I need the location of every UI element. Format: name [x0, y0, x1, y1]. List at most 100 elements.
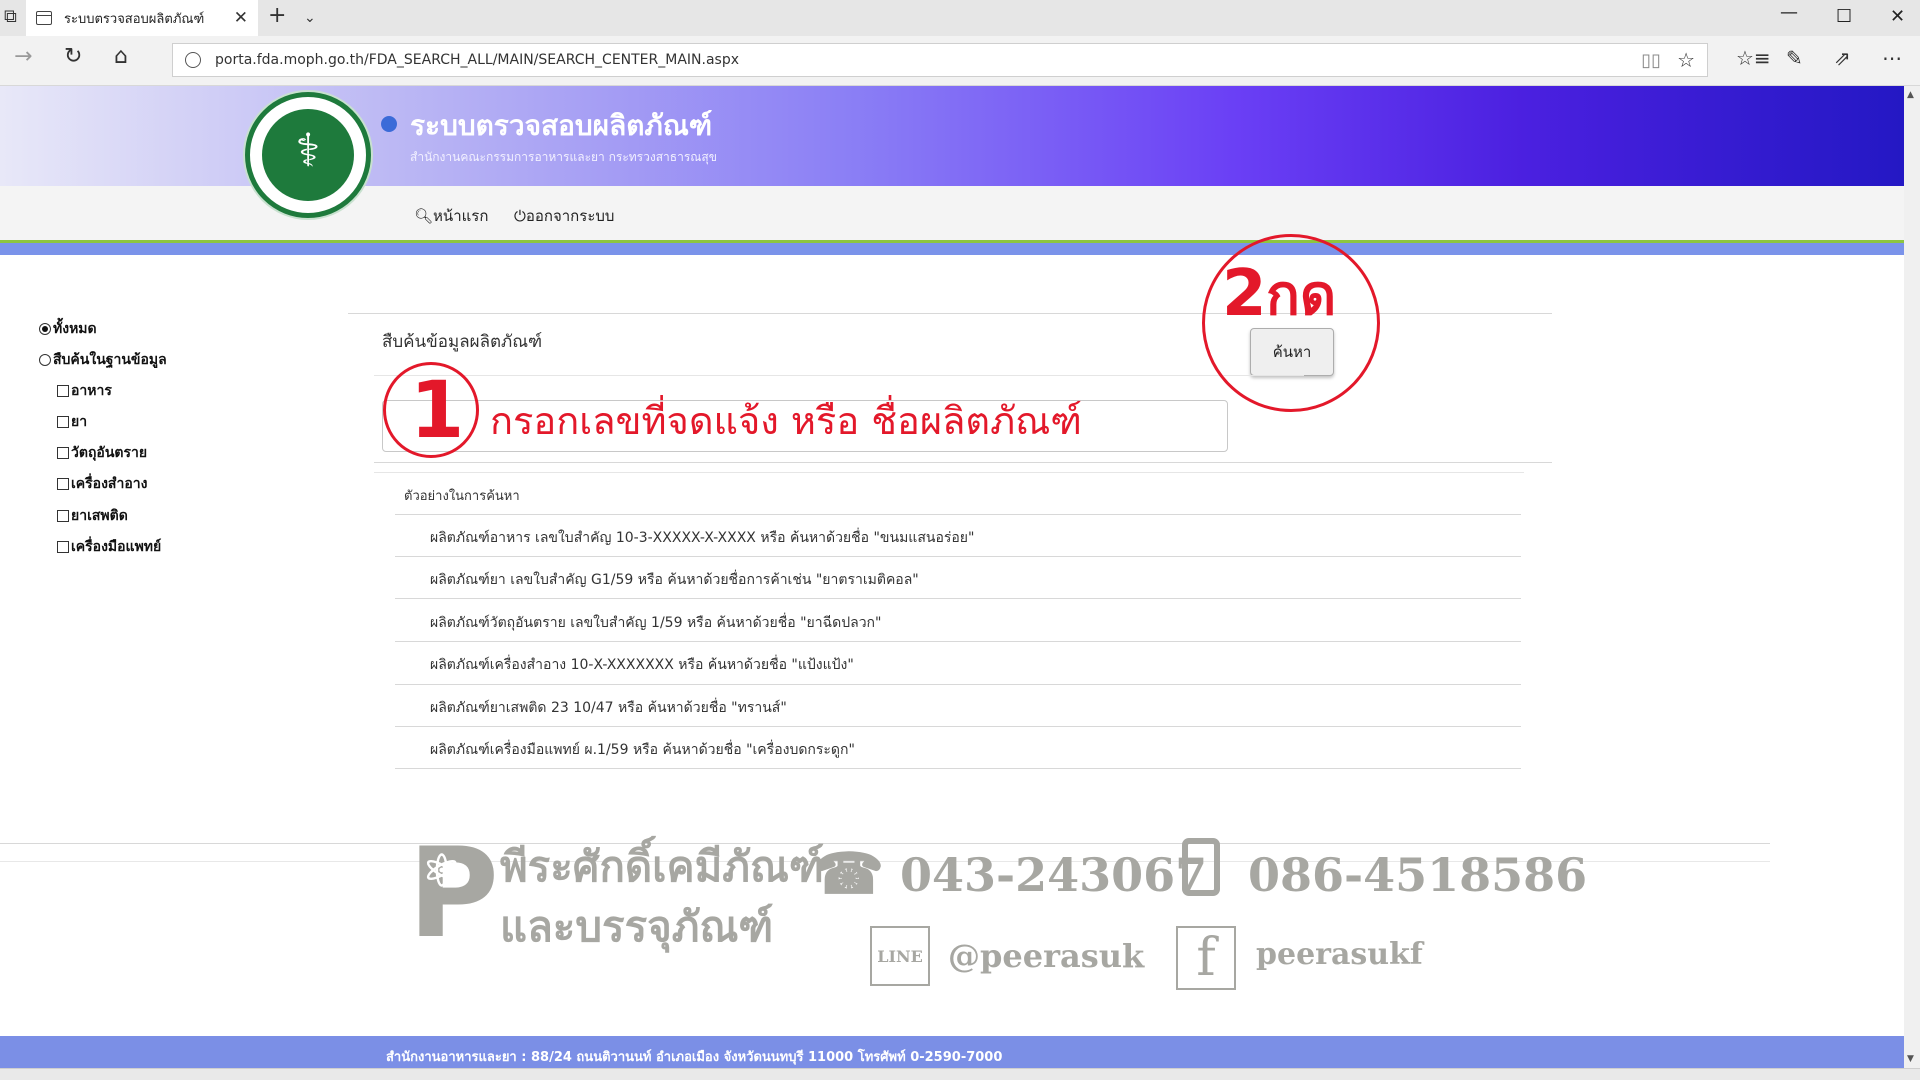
divider — [395, 556, 1521, 557]
reading-view-icon[interactable]: ▯▯ — [1641, 50, 1661, 71]
checkbox-cosmetic[interactable] — [57, 478, 69, 490]
radio-database[interactable] — [39, 354, 51, 366]
example-row: ผลิตภัณฑ์วัตถุอันตราย เลขใบสำคัญ 1/59 หร… — [430, 615, 882, 631]
ministry-logo: ⚕ — [245, 92, 371, 218]
status-bar — [0, 1068, 1920, 1080]
close-icon[interactable]: ✕ — [234, 8, 248, 28]
watermark-phone2: 086-4518586 — [1248, 848, 1588, 902]
chevron-down-icon[interactable]: ⌄ — [304, 11, 316, 25]
filter-drug[interactable]: ยา — [57, 411, 87, 433]
filter-database-option[interactable]: สืบค้นในฐานข้อมูล — [39, 349, 167, 371]
filter-narcotic-label: ยาเสพติด — [71, 508, 128, 524]
watermark-name-line1: พีระศักดิ์เคมีภัณฑ์ — [500, 842, 824, 891]
annotation-step2-text: กด — [1266, 263, 1337, 328]
phone-icon: ☎ — [814, 841, 884, 907]
blue-divider — [0, 243, 1904, 255]
nav-home-label: หน้าแรก — [433, 207, 489, 225]
refresh-icon[interactable]: ↻ — [64, 46, 82, 68]
examples-header: ตัวอย่างในการค้นหา — [404, 489, 520, 504]
search-icon: 🔍︎ — [414, 207, 434, 225]
filter-all-option[interactable]: ทั้งหมด — [39, 318, 97, 340]
pen-icon[interactable]: ✎ — [1786, 46, 1803, 70]
annotation-step2-number: 2 — [1222, 257, 1267, 331]
filter-food-label: อาหาร — [71, 383, 112, 399]
divider — [395, 684, 1521, 685]
nav-logout-link[interactable]: ⏻ออกจากระบบ — [514, 204, 614, 228]
example-row: ผลิตภัณฑ์ยา เลขใบสำคัญ G1/59 หรือ ค้นหาด… — [430, 572, 919, 588]
divider — [374, 462, 1552, 463]
tab-page-icon — [36, 11, 52, 25]
url-field[interactable]: porta.fda.moph.go.th/FDA_SEARCH_ALL/MAIN… — [172, 43, 1708, 77]
share-icon[interactable]: ⇗ — [1834, 46, 1851, 70]
filter-food[interactable]: อาหาร — [57, 380, 112, 402]
tab-title: ระบบตรวจสอบผลิตภัณฑ์ — [64, 11, 205, 27]
favorites-icon[interactable]: ☆≡ — [1736, 46, 1771, 70]
star-icon[interactable]: ☆ — [1677, 48, 1695, 72]
facebook-icon: f — [1176, 926, 1236, 990]
browser-tab[interactable]: ระบบตรวจสอบผลิตภัณฑ์ ✕ — [26, 0, 258, 36]
divider — [395, 598, 1521, 599]
watermark-line-id: @peerasuk — [948, 937, 1145, 975]
filter-cosmetic[interactable]: เครื่องสำอาง — [57, 473, 147, 495]
title-dot-icon — [381, 116, 397, 132]
checkbox-narcotic[interactable] — [57, 510, 69, 522]
filter-database-label: สืบค้นในฐานข้อมูล — [53, 352, 167, 368]
checkbox-hazardous[interactable] — [57, 447, 69, 459]
filter-cosmetic-label: เครื่องสำอาง — [71, 476, 148, 492]
close-window-icon[interactable]: ✕ — [1890, 6, 1905, 27]
divider — [0, 843, 1770, 844]
filter-medical-device-label: เครื่องมือแพทย์ — [71, 539, 162, 555]
divider — [395, 514, 1521, 515]
more-icon[interactable]: ⋯ — [1882, 46, 1902, 70]
minimize-icon[interactable]: — — [1780, 2, 1798, 23]
scroll-down-icon[interactable]: ▼ — [1907, 1054, 1914, 1064]
site-subtitle: สำนักงานคณะกรรมการอาหารและยา กระทรวงสาธา… — [410, 150, 717, 164]
site-title: ระบบตรวจสอบผลิตภัณฑ์ — [410, 109, 713, 142]
example-row: ผลิตภัณฑ์ยาเสพติด 23 10/47 หรือ ค้นหาด้ว… — [430, 700, 787, 716]
footer-text: สำนักงานอาหารและยา : 88/24 ถนนติวานนท์ อ… — [386, 1050, 1003, 1065]
watermark-phone1: 043-243067 — [900, 848, 1208, 902]
maximize-icon[interactable]: ☐ — [1836, 6, 1852, 27]
checkbox-drug[interactable] — [57, 416, 69, 428]
atom-icon: ⚛ — [422, 846, 462, 897]
example-row: ผลิตภัณฑ์อาหาร เลขใบสำคัญ 10-3-XXXXX-X-X… — [430, 530, 975, 546]
filter-hazardous[interactable]: วัตถุอันตราย — [57, 442, 147, 464]
watermark-name-line2: และบรรจุภัณฑ์ — [500, 902, 774, 951]
globe-icon — [185, 52, 201, 68]
nav-logout-label: ออกจากระบบ — [525, 207, 615, 225]
nav-home-link[interactable]: 🔍︎หน้าแรก — [414, 204, 488, 228]
power-icon: ⏻ — [514, 207, 526, 225]
line-icon: LINE — [870, 926, 930, 986]
url-text: porta.fda.moph.go.th/FDA_SEARCH_ALL/MAIN… — [215, 52, 740, 68]
example-row: ผลิตภัณฑ์เครื่องมือแพทย์ ผ.1/59 หรือ ค้น… — [430, 742, 855, 758]
plus-icon[interactable]: + — [268, 5, 286, 27]
filter-drug-label: ยา — [71, 414, 88, 430]
divider — [374, 375, 1304, 376]
example-row: ผลิตภัณฑ์เครื่องสำอาง 10-X-XXXXXXX หรือ … — [430, 657, 854, 673]
home-icon[interactable]: ⌂ — [114, 46, 128, 68]
divider — [395, 641, 1521, 642]
filter-narcotic[interactable]: ยาเสพติด — [57, 505, 128, 527]
mobile-icon — [1182, 838, 1220, 896]
divider — [395, 726, 1521, 727]
vertical-scrollbar[interactable]: ▲ ▼ — [1904, 86, 1920, 1068]
tab-actions-icon[interactable]: ⧉ — [4, 8, 17, 26]
checkbox-food[interactable] — [57, 385, 69, 397]
divider — [395, 768, 1521, 769]
radio-all[interactable] — [39, 323, 51, 335]
annotation-step1-number: 1 — [410, 366, 465, 456]
divider — [374, 472, 1524, 473]
address-bar: → ↻ ⌂ porta.fda.moph.go.th/FDA_SEARCH_AL… — [0, 36, 1920, 86]
caduceus-icon: ⚕ — [295, 123, 321, 177]
filter-medical-device[interactable]: เครื่องมือแพทย์ — [57, 536, 161, 558]
back-icon[interactable]: → — [14, 46, 32, 68]
browser-tab-bar: ⧉ ระบบตรวจสอบผลิตภัณฑ์ ✕ + ⌄ — ☐ ✕ — [0, 0, 1920, 36]
watermark-fb-id: peerasukf — [1256, 937, 1423, 972]
filter-all-label: ทั้งหมด — [53, 321, 97, 337]
checkbox-medical-device[interactable] — [57, 541, 69, 553]
site-footer: สำนักงานอาหารและยา : 88/24 ถนนติวานนท์ อ… — [0, 1036, 1904, 1068]
scroll-up-icon[interactable]: ▲ — [1907, 90, 1914, 100]
search-title: สืบค้นข้อมูลผลิตภัณฑ์ — [382, 332, 543, 352]
filter-hazardous-label: วัตถุอันตราย — [71, 445, 148, 461]
annotation-step1-text: กรอกเลขที่จดแจ้ง หรือ ชื่อผลิตภัณฑ์ — [490, 399, 1082, 443]
